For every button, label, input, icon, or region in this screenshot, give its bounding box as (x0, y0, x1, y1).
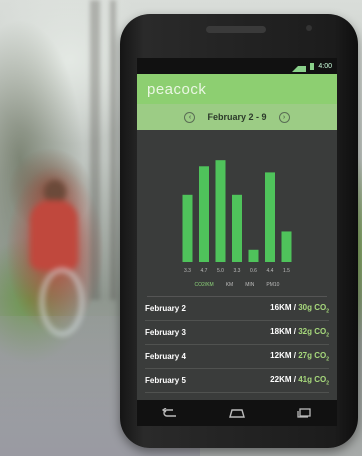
chart-svg: 3.3 4.7 5.0 3.3 0.6 4.4 1.5 (182, 160, 292, 274)
recent-apps-icon[interactable] (295, 407, 313, 419)
entry-date: February 4 (145, 352, 186, 361)
entry-co2-sub: 2 (326, 308, 329, 315)
smartphone: 4:00 peacock ‹ February 2 - 9 › 3.3 4.7 5.… (120, 14, 358, 448)
entry-co2-text: 32g CO (298, 326, 327, 336)
bar-chart: 3.3 4.7 5.0 3.3 0.6 4.4 1.5 (137, 130, 337, 280)
entry-co2: 30g CO2 (298, 302, 329, 315)
entries-list: February 2 16KM / 30g CO2 February 3 18K… (137, 297, 337, 393)
entry-co2-sub: 2 (326, 356, 329, 363)
entry-km: 16KM / (270, 302, 296, 312)
entry-value: 12KM / 27g CO2 (270, 351, 329, 363)
entry-km: 12KM / (270, 350, 296, 360)
chart-bar (232, 194, 242, 262)
chart-bar (248, 249, 259, 262)
bar-value-label: 5.0 (217, 268, 224, 274)
entry-date: February 2 (145, 304, 186, 313)
prev-week-icon[interactable]: ‹ (184, 111, 196, 123)
unit-selector: CO2/KM KM MIN PM10 (137, 282, 337, 288)
status-bar: 4:00 (137, 58, 337, 74)
entry-co2-text: 41g CO (298, 374, 327, 384)
entry-co2: 41g CO2 (298, 374, 329, 387)
unit-co2-km[interactable]: CO2/KM (195, 282, 214, 288)
date-range: February 2 - 9 (207, 112, 267, 122)
entry-date: February 3 (145, 328, 186, 337)
next-week-icon[interactable]: › (278, 111, 290, 123)
status-time: 4:00 (318, 62, 332, 70)
entry-km: 22KM / (270, 374, 296, 384)
unit-pm10[interactable]: PM10 (266, 282, 279, 288)
signal-icon (292, 60, 307, 72)
list-item[interactable]: February 4 12KM / 27g CO2 (145, 345, 329, 369)
chart-bar (265, 172, 275, 262)
date-navigator: ‹ February 2 - 9 › (137, 104, 337, 130)
chart-bar (199, 166, 209, 262)
bar-value-label: 4.7 (201, 268, 208, 274)
unit-min[interactable]: MIN (245, 282, 254, 288)
bar-value-label: 0.6 (250, 268, 257, 274)
entry-value: 22KM / 41g CO2 (270, 375, 329, 387)
entry-co2: 27g CO2 (298, 350, 329, 363)
cyclist-jacket (30, 200, 78, 270)
phone-screen: 4:00 peacock ‹ February 2 - 9 › 3.3 4.7 5.… (137, 58, 337, 400)
chart-bar (281, 231, 292, 262)
bar-value-label: 4.4 (267, 268, 274, 274)
entry-co2-sub: 2 (326, 380, 329, 387)
cyclist (22, 180, 92, 336)
list-item[interactable]: February 2 16KM / 30g CO2 (145, 297, 329, 321)
app-logo: peacock (147, 80, 207, 98)
phone-camera (306, 25, 312, 31)
back-icon[interactable] (161, 407, 179, 419)
tree-trunk (110, 0, 116, 300)
list-item[interactable]: February 5 22KM / 41g CO2 (145, 369, 329, 393)
bar-value-label: 1.5 (283, 268, 290, 274)
phone-speaker (206, 26, 266, 33)
entry-value: 18KM / 32g CO2 (270, 327, 329, 339)
entry-co2: 32g CO2 (298, 326, 329, 339)
android-nav-bar (137, 400, 337, 426)
chart-bar (182, 194, 193, 262)
bicycle-wheel (40, 268, 84, 336)
entry-co2-text: 27g CO (298, 350, 327, 360)
entry-co2-text: 30g CO (298, 302, 327, 312)
entry-date: February 5 (145, 376, 186, 385)
bar-value-label: 3.3 (184, 268, 191, 274)
entry-km: 18KM / (270, 326, 296, 336)
battery-icon (310, 62, 315, 70)
entry-value: 16KM / 30g CO2 (270, 303, 329, 315)
chart-bar (215, 160, 226, 262)
bar-value-label: 3.3 (234, 268, 241, 274)
home-icon[interactable] (228, 407, 246, 419)
entry-co2-sub: 2 (326, 332, 329, 339)
list-item[interactable]: February 3 18KM / 32g CO2 (145, 321, 329, 345)
unit-km[interactable]: KM (226, 282, 234, 288)
app-header: peacock (137, 74, 337, 104)
